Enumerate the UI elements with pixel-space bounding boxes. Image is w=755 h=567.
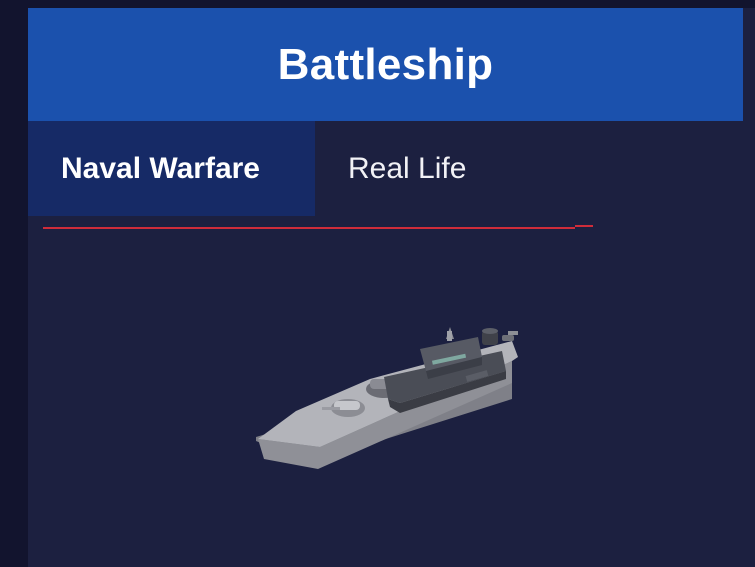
tab-underline (43, 227, 575, 229)
title-bar: Battleship (28, 8, 743, 121)
battleship-panel: Battleship Naval Warfare Real Life (28, 8, 755, 567)
page-title: Battleship (277, 39, 494, 89)
battleship-model-icon (256, 327, 518, 469)
tab-underline-tick (575, 225, 593, 227)
tab-naval-warfare[interactable]: Naval Warfare (28, 121, 315, 216)
tab-bar: Naval Warfare Real Life (28, 121, 466, 216)
tab-label: Real Life (348, 151, 467, 185)
tab-label: Naval Warfare (61, 151, 260, 185)
tab-real-life[interactable]: Real Life (315, 121, 466, 216)
